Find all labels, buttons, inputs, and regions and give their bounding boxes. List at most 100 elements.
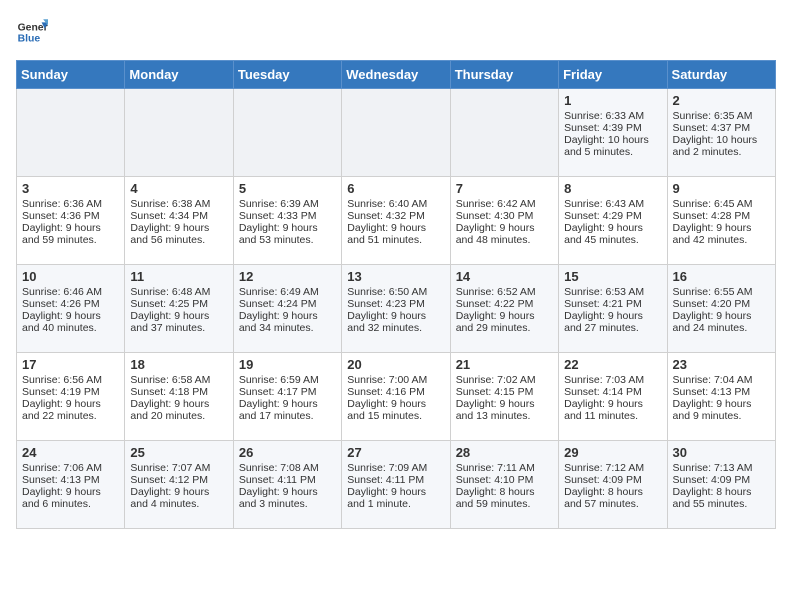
day-info: Sunrise: 6:48 AM <box>130 286 227 298</box>
day-info: Daylight: 9 hours and 4 minutes. <box>130 486 227 510</box>
day-info: Sunset: 4:15 PM <box>456 386 553 398</box>
day-info: Sunset: 4:18 PM <box>130 386 227 398</box>
calendar-cell: 1Sunrise: 6:33 AMSunset: 4:39 PMDaylight… <box>559 89 667 177</box>
day-info: Sunset: 4:10 PM <box>456 474 553 486</box>
day-number: 23 <box>673 357 770 372</box>
day-number: 11 <box>130 269 227 284</box>
day-info: Sunset: 4:14 PM <box>564 386 661 398</box>
day-info: Sunrise: 7:02 AM <box>456 374 553 386</box>
day-info: Sunset: 4:11 PM <box>347 474 444 486</box>
day-number: 20 <box>347 357 444 372</box>
day-info: Sunset: 4:09 PM <box>564 474 661 486</box>
calendar-cell: 20Sunrise: 7:00 AMSunset: 4:16 PMDayligh… <box>342 353 450 441</box>
calendar-cell: 19Sunrise: 6:59 AMSunset: 4:17 PMDayligh… <box>233 353 341 441</box>
day-info: Daylight: 9 hours and 45 minutes. <box>564 222 661 246</box>
svg-text:Blue: Blue <box>18 34 41 45</box>
day-info: Sunrise: 7:07 AM <box>130 462 227 474</box>
calendar-cell: 28Sunrise: 7:11 AMSunset: 4:10 PMDayligh… <box>450 441 558 529</box>
day-header-sunday: Sunday <box>17 61 125 89</box>
day-number: 26 <box>239 445 336 460</box>
day-info: Daylight: 9 hours and 9 minutes. <box>673 398 770 422</box>
calendar-cell: 13Sunrise: 6:50 AMSunset: 4:23 PMDayligh… <box>342 265 450 353</box>
calendar-cell: 23 Sunrise: 7:04 AMSunset: 4:13 PMDayligh… <box>667 353 775 441</box>
day-info: Daylight: 9 hours and 22 minutes. <box>22 398 119 422</box>
calendar-cell: 12Sunrise: 6:49 AMSunset: 4:24 PMDayligh… <box>233 265 341 353</box>
day-info: Sunrise: 6:49 AM <box>239 286 336 298</box>
day-info: Sunrise: 6:38 AM <box>130 198 227 210</box>
day-info: Sunset: 4:26 PM <box>22 298 119 310</box>
calendar-cell: 7Sunrise: 6:42 AMSunset: 4:30 PMDaylight… <box>450 177 558 265</box>
day-info: Sunset: 4:33 PM <box>239 210 336 222</box>
day-number: 28 <box>456 445 553 460</box>
day-number: 14 <box>456 269 553 284</box>
day-number: 25 <box>130 445 227 460</box>
calendar-cell: 10Sunrise: 6:46 AMSunset: 4:26 PMDayligh… <box>17 265 125 353</box>
day-info: Daylight: 9 hours and 37 minutes. <box>130 310 227 334</box>
day-number: 21 <box>456 357 553 372</box>
day-info: Daylight: 9 hours and 20 minutes. <box>130 398 227 422</box>
day-number: 7 <box>456 181 553 196</box>
day-info: Daylight: 8 hours and 55 minutes. <box>673 486 770 510</box>
day-info: Sunset: 4:29 PM <box>564 210 661 222</box>
day-info: Sunset: 4:19 PM <box>22 386 119 398</box>
calendar-cell: 14Sunrise: 6:52 AMSunset: 4:22 PMDayligh… <box>450 265 558 353</box>
day-number: 27 <box>347 445 444 460</box>
calendar-cell <box>125 89 233 177</box>
day-info: Sunrise: 6:36 AM <box>22 198 119 210</box>
calendar-cell: 11Sunrise: 6:48 AMSunset: 4:25 PMDayligh… <box>125 265 233 353</box>
week-row-1: 1Sunrise: 6:33 AMSunset: 4:39 PMDaylight… <box>17 89 776 177</box>
calendar-cell: 26Sunrise: 7:08 AMSunset: 4:11 PMDayligh… <box>233 441 341 529</box>
day-number: 22 <box>564 357 661 372</box>
calendar-cell <box>233 89 341 177</box>
day-info: Sunset: 4:36 PM <box>22 210 119 222</box>
day-info: Sunset: 4:24 PM <box>239 298 336 310</box>
day-info: Sunset: 4:11 PM <box>239 474 336 486</box>
day-number: 29 <box>564 445 661 460</box>
calendar-cell: 30Sunrise: 7:13 AMSunset: 4:09 PMDayligh… <box>667 441 775 529</box>
calendar-cell: 8 Sunrise: 6:43 AMSunset: 4:29 PMDaylight… <box>559 177 667 265</box>
logo-icon: General Blue <box>16 16 48 48</box>
calendar-cell: 17 Sunrise: 6:56 AMSunset: 4:19 PMDayligh… <box>17 353 125 441</box>
day-info: Sunrise: 6:56 AM <box>22 374 119 386</box>
calendar-cell: 29Sunrise: 7:12 AMSunset: 4:09 PMDayligh… <box>559 441 667 529</box>
calendar-cell <box>17 89 125 177</box>
calendar-cell: 4Sunrise: 6:38 AMSunset: 4:34 PMDaylight… <box>125 177 233 265</box>
day-info: Sunset: 4:13 PM <box>22 474 119 486</box>
day-info: Daylight: 9 hours and 48 minutes. <box>456 222 553 246</box>
day-info: Sunrise: 7:13 AM <box>673 462 770 474</box>
day-info: Sunrise: 6:45 AM <box>673 198 770 210</box>
calendar-cell: 15Sunrise: 6:53 AMSunset: 4:21 PMDayligh… <box>559 265 667 353</box>
day-number: 12 <box>239 269 336 284</box>
day-info: Sunrise: 6:55 AM <box>673 286 770 298</box>
day-info: Sunset: 4:39 PM <box>564 122 661 134</box>
day-number: 10 <box>22 269 119 284</box>
day-info: Sunset: 4:34 PM <box>130 210 227 222</box>
header-row: SundayMondayTuesdayWednesdayThursdayFrid… <box>17 61 776 89</box>
day-info: Sunrise: 6:43 AM <box>564 198 661 210</box>
day-number: 8 <box>564 181 661 196</box>
calendar-cell: 3Sunrise: 6:36 AMSunset: 4:36 PMDaylight… <box>17 177 125 265</box>
day-info: Daylight: 9 hours and 56 minutes. <box>130 222 227 246</box>
day-header-wednesday: Wednesday <box>342 61 450 89</box>
day-info: Daylight: 9 hours and 32 minutes. <box>347 310 444 334</box>
day-header-friday: Friday <box>559 61 667 89</box>
calendar-cell: 18Sunrise: 6:58 AMSunset: 4:18 PMDayligh… <box>125 353 233 441</box>
day-info: Sunrise: 6:33 AM <box>564 110 661 122</box>
day-info: Sunrise: 6:35 AM <box>673 110 770 122</box>
day-number: 2 <box>673 93 770 108</box>
day-info: Sunset: 4:12 PM <box>130 474 227 486</box>
day-info: Daylight: 10 hours and 2 minutes. <box>673 134 770 158</box>
day-info: Sunset: 4:21 PM <box>564 298 661 310</box>
day-info: Sunset: 4:22 PM <box>456 298 553 310</box>
day-info: Sunrise: 7:04 AM <box>673 374 770 386</box>
day-header-tuesday: Tuesday <box>233 61 341 89</box>
day-info: Sunset: 4:28 PM <box>673 210 770 222</box>
day-number: 16 <box>673 269 770 284</box>
day-info: Sunrise: 6:42 AM <box>456 198 553 210</box>
day-info: Sunset: 4:13 PM <box>673 386 770 398</box>
day-info: Sunset: 4:16 PM <box>347 386 444 398</box>
day-info: Daylight: 9 hours and 11 minutes. <box>564 398 661 422</box>
day-info: Sunset: 4:20 PM <box>673 298 770 310</box>
day-info: Sunrise: 6:40 AM <box>347 198 444 210</box>
day-number: 17 <box>22 357 119 372</box>
